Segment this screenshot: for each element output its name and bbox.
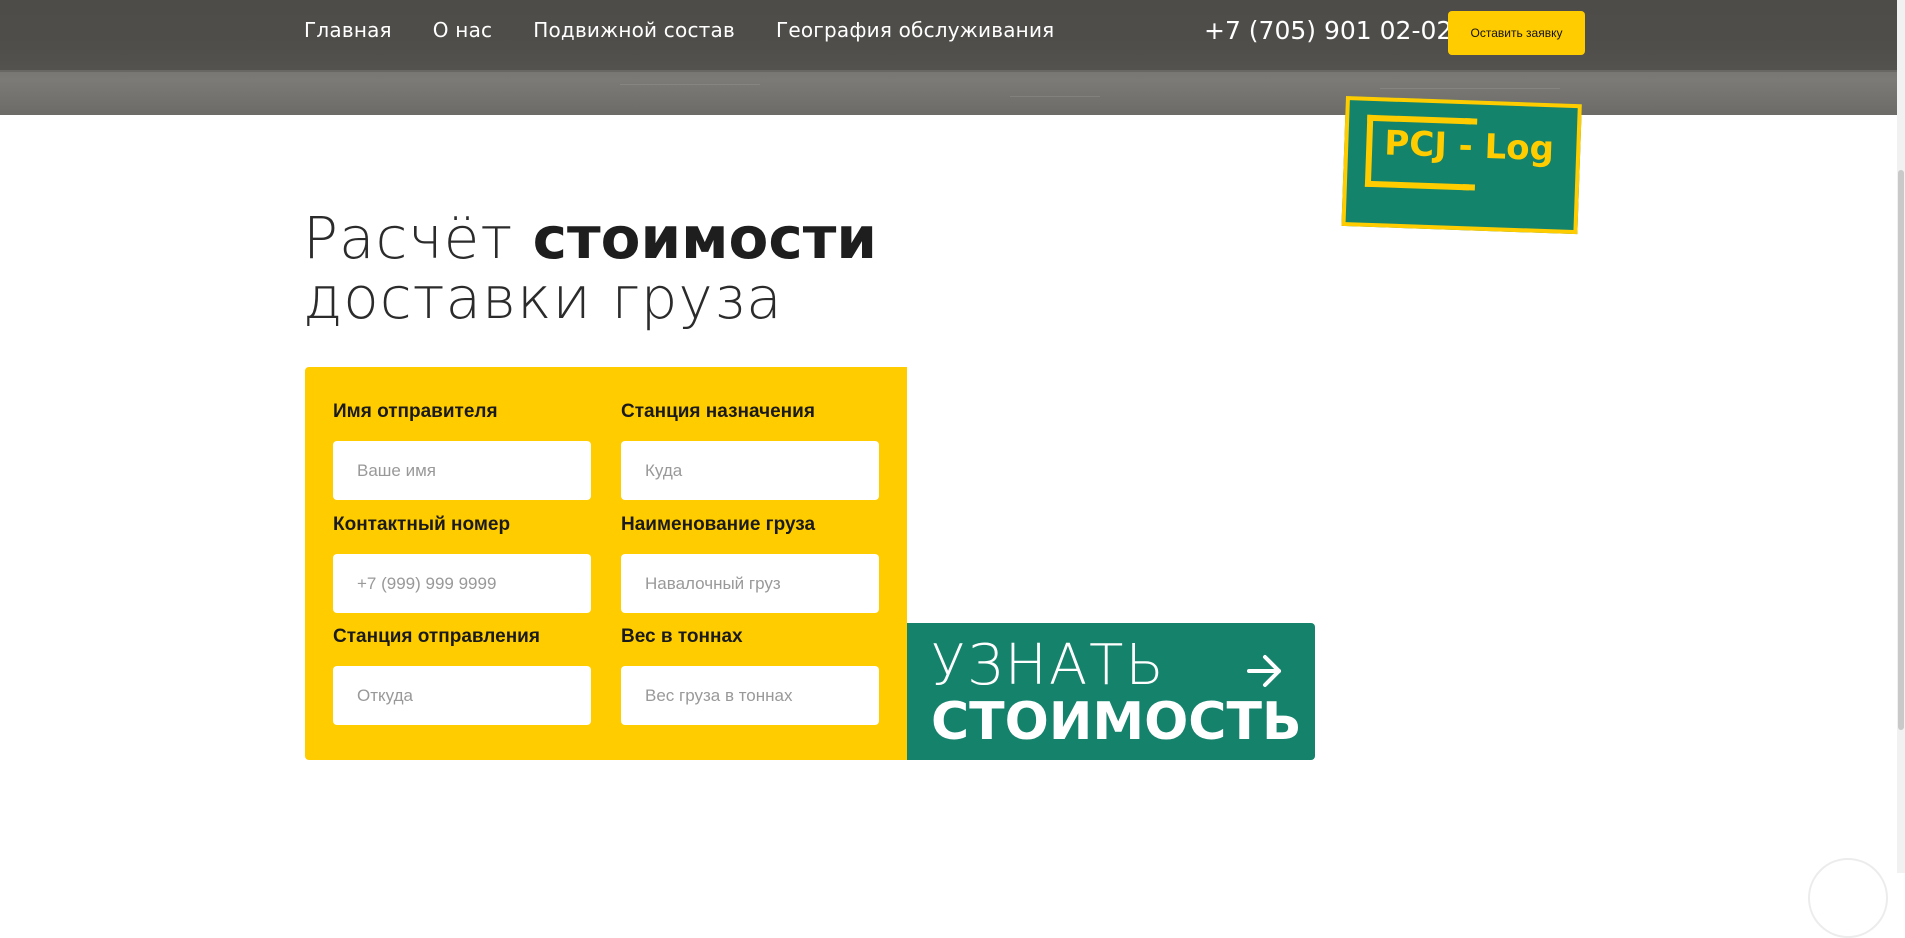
texture-line (620, 84, 760, 85)
arrow-right-icon (1247, 655, 1281, 687)
title-bold: стоимости (532, 204, 878, 272)
request-button[interactable]: Оставить заявку (1448, 11, 1585, 55)
field-departure: Станция отправления (333, 626, 591, 725)
submit-line1: УЗНАТЬ (931, 633, 1166, 698)
logo-bracket-end (1465, 118, 1478, 125)
phone-number[interactable]: +7 (705) 901 02-02 (1204, 16, 1452, 45)
sender-name-label: Имя отправителя (333, 401, 498, 422)
logo-text: PCJ - Log (1383, 123, 1555, 170)
title-line2: доставки груза (303, 264, 783, 332)
get-price-button[interactable]: УЗНАТЬ СТОИМОСТЬ (907, 623, 1315, 760)
destination-label: Станция назначения (621, 401, 815, 422)
cargo-name-label: Наименование груза (621, 514, 816, 535)
submit-line2: СТОИМОСТЬ (931, 692, 1302, 752)
company-logo: PCJ - Log (1341, 96, 1582, 235)
departure-input[interactable] (333, 666, 591, 725)
weight-label: Вес в тоннах (621, 626, 743, 647)
page-scrollbar[interactable] (1897, 0, 1905, 873)
nav-item-about[interactable]: О нас (433, 18, 492, 42)
contact-input[interactable] (333, 554, 591, 613)
cargo-name-input[interactable] (621, 554, 879, 613)
texture-line (1380, 88, 1560, 89)
field-sender-name: Имя отправителя (333, 401, 591, 500)
field-cargo-name: Наименование груза (621, 514, 879, 613)
nav-item-geography[interactable]: География обслуживания (776, 18, 1054, 42)
departure-label: Станция отправления (333, 626, 540, 647)
main-nav: Главная О нас Подвижной состав География… (304, 18, 1095, 42)
weight-input[interactable] (621, 666, 879, 725)
page-title: Расчёт стоимости доставки груза (303, 208, 877, 328)
texture-line (1010, 96, 1100, 97)
scrollbar-thumb[interactable] (1898, 170, 1904, 730)
contact-label: Контактный номер (333, 514, 511, 535)
sender-name-input[interactable] (333, 441, 591, 500)
destination-input[interactable] (621, 441, 879, 500)
logo-bracket-end (1462, 184, 1475, 191)
nav-item-rolling-stock[interactable]: Подвижной состав (533, 18, 735, 42)
field-destination: Станция назначения (621, 401, 879, 500)
scroll-top-ring (1808, 858, 1888, 938)
field-contact: Контактный номер (333, 514, 591, 613)
cost-form: Имя отправителя Станция назначения Конта… (305, 367, 907, 760)
title-light: Расчёт (303, 204, 533, 272)
nav-item-home[interactable]: Главная (304, 18, 392, 42)
field-weight: Вес в тоннах (621, 626, 879, 725)
